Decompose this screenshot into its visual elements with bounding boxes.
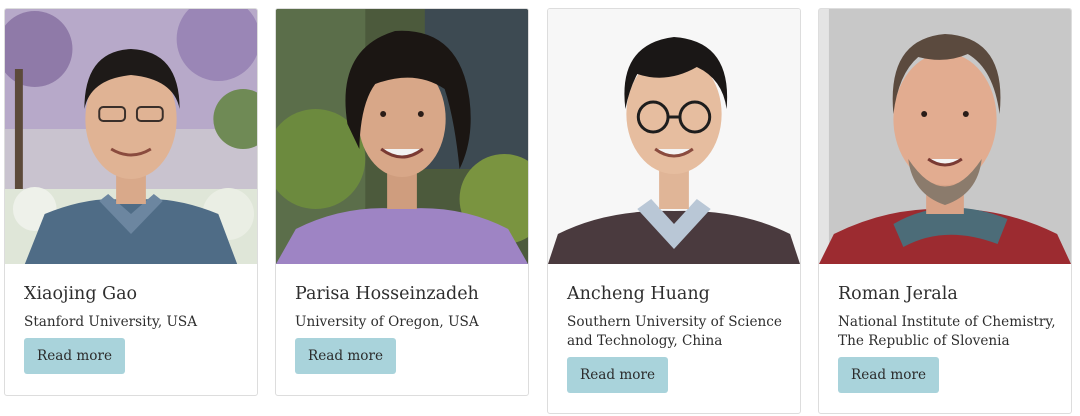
profile-card: Roman Jerala National Institute of Chemi… xyxy=(818,8,1072,414)
person-name: Roman Jerala xyxy=(838,284,958,304)
person-affiliation: National Institute of Chemistry, The Rep… xyxy=(838,313,1056,351)
read-more-button[interactable]: Read more xyxy=(567,357,669,393)
profile-photo xyxy=(819,9,1071,264)
person-affiliation: Stanford University, USA xyxy=(24,313,238,332)
person-name: Ancheng Huang xyxy=(567,284,710,304)
read-more-button[interactable]: Read more xyxy=(838,357,940,393)
person-name: Parisa Hosseinzadeh xyxy=(295,284,479,304)
affiliation-line: and Technology, China xyxy=(567,333,723,349)
profile-card: Xiaojing Gao Stanford University, USA Re… xyxy=(4,8,258,396)
affiliation-line: University of Oregon, USA xyxy=(295,314,479,330)
affiliation-line: Stanford University, USA xyxy=(24,314,198,330)
affiliation-line: Southern University of Science xyxy=(567,314,782,330)
person-affiliation: University of Oregon, USA xyxy=(295,313,509,332)
affiliation-line: The Republic of Slovenia xyxy=(838,333,1010,349)
profile-card: Parisa Hosseinzadeh University of Oregon… xyxy=(275,8,529,396)
profile-photo xyxy=(548,9,800,264)
read-more-button[interactable]: Read more xyxy=(295,338,397,374)
affiliation-line: National Institute of Chemistry, xyxy=(838,314,1056,330)
profile-photo xyxy=(276,9,528,264)
person-affiliation: Southern University of Science and Techn… xyxy=(567,313,782,351)
profile-card: Ancheng Huang Southern University of Sci… xyxy=(547,8,801,414)
profile-photo xyxy=(5,9,257,264)
person-name: Xiaojing Gao xyxy=(24,284,138,304)
read-more-button[interactable]: Read more xyxy=(24,338,126,374)
